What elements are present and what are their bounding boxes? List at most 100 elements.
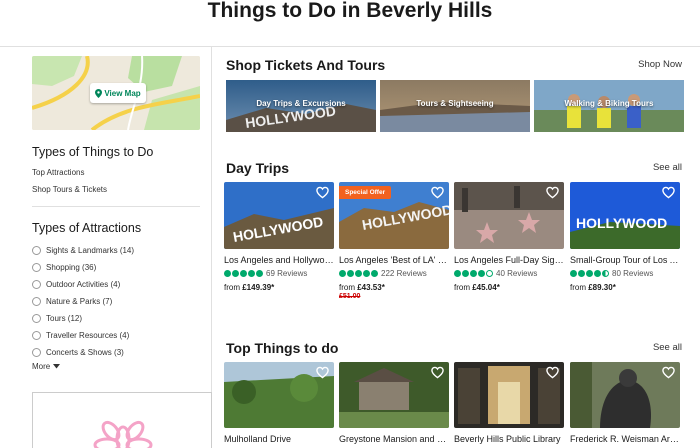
top-things-title: Top Things to do xyxy=(226,340,339,356)
card-image[interactable] xyxy=(454,362,564,428)
rating-bubble xyxy=(363,270,370,277)
radio-button[interactable] xyxy=(32,348,41,357)
radio-button[interactable] xyxy=(32,246,41,255)
price-value: £43.53* xyxy=(357,283,385,292)
price-prefix: from xyxy=(570,283,589,292)
map-thumbnail[interactable]: View Map xyxy=(32,56,200,130)
tile-tours-sightseeing[interactable]: Tours & Sightseeing xyxy=(380,80,530,132)
tile-walking-biking[interactable]: Walking & Biking Tours xyxy=(534,80,684,132)
filter-label: Nature & Parks (7) xyxy=(46,297,113,306)
card-image[interactable] xyxy=(339,362,449,428)
rating-bubble xyxy=(602,270,609,277)
card-price: from £43.53* xyxy=(339,283,449,292)
top-things-see-all[interactable]: See all xyxy=(653,342,682,353)
radio-button[interactable] xyxy=(32,314,41,323)
card-title[interactable]: Mulholland Drive xyxy=(224,434,334,444)
tile-day-trips[interactable]: HOLLYWOOD Day Trips & Excursions xyxy=(226,80,376,132)
rating-bubble xyxy=(224,270,231,277)
card-rating: 40 Reviews xyxy=(454,269,564,278)
top-attractions-link[interactable]: Top Attractions xyxy=(32,168,84,177)
card-title[interactable]: Greystone Mansion and Gardens xyxy=(339,434,449,444)
top-thing-card[interactable]: Frederick R. Weisman Art Foundation xyxy=(570,362,680,444)
rating-bubble xyxy=(355,270,362,277)
top-thing-card[interactable]: Greystone Mansion and Gardens xyxy=(339,362,449,444)
more-button[interactable]: More xyxy=(32,362,61,371)
rating-bubble xyxy=(578,270,585,277)
rating-bubble xyxy=(232,270,239,277)
review-count[interactable]: 80 Reviews xyxy=(612,269,653,278)
filter-concerts-shows[interactable]: Concerts & Shows (3) xyxy=(32,344,134,361)
day-trip-card[interactable]: Los Angeles Full-Day Sightseeing 40 Revi… xyxy=(454,182,564,292)
heart-icon[interactable] xyxy=(546,366,559,379)
heart-icon[interactable] xyxy=(316,366,329,379)
rating-bubble xyxy=(470,270,477,277)
attraction-type-list: Sights & Landmarks (14) Shopping (36) Ou… xyxy=(32,242,134,361)
card-rating: 222 Reviews xyxy=(339,269,449,278)
heart-icon[interactable] xyxy=(662,186,675,199)
card-image[interactable]: HOLLYWOOD xyxy=(570,182,680,249)
view-map-button[interactable]: View Map xyxy=(90,83,146,103)
tile-label: Day Trips & Excursions xyxy=(256,99,346,108)
card-image[interactable] xyxy=(454,182,564,249)
card-image[interactable] xyxy=(570,362,680,428)
card-image[interactable]: HOLLYWOOD xyxy=(224,182,334,249)
price-value: £89.30* xyxy=(588,283,616,292)
day-trip-card[interactable]: HOLLYWOOD Special Offer Los Angeles 'Bes… xyxy=(339,182,449,300)
day-trips-see-all[interactable]: See all xyxy=(653,162,682,173)
heart-icon[interactable] xyxy=(546,186,559,199)
day-trip-card[interactable]: HOLLYWOOD Los Angeles and Hollywood Tour… xyxy=(224,182,334,292)
card-title[interactable]: Beverly Hills Public Library xyxy=(454,434,564,444)
types-things-heading: Types of Things to Do xyxy=(32,145,154,159)
page-title: Things to Do in Beverly Hills xyxy=(207,0,493,22)
rating-bubble xyxy=(478,270,485,277)
heart-icon[interactable] xyxy=(431,366,444,379)
filter-outdoor-activities[interactable]: Outdoor Activities (4) xyxy=(32,276,134,293)
rating-bubble xyxy=(248,270,255,277)
filter-traveller-resources[interactable]: Traveller Resources (4) xyxy=(32,327,134,344)
top-thing-card[interactable]: Beverly Hills Public Library xyxy=(454,362,564,444)
rating-bubble xyxy=(570,270,577,277)
rating-bubble xyxy=(454,270,461,277)
heart-icon[interactable] xyxy=(662,366,675,379)
review-count[interactable]: 222 Reviews xyxy=(381,269,427,278)
filter-label: Concerts & Shows (3) xyxy=(46,348,124,357)
sidebar-divider xyxy=(211,47,212,448)
filter-label: Tours (12) xyxy=(46,314,83,323)
filter-shopping[interactable]: Shopping (36) xyxy=(32,259,134,276)
heart-icon[interactable] xyxy=(316,186,329,199)
card-image[interactable]: HOLLYWOOD Special Offer xyxy=(339,182,449,249)
price-prefix: from xyxy=(339,283,358,292)
rating-bubble xyxy=(486,270,493,277)
special-offer-badge: Special Offer xyxy=(339,186,392,199)
rating-bubbles xyxy=(570,270,609,277)
price-prefix: from xyxy=(454,283,473,292)
card-price: from £149.39* xyxy=(224,283,334,292)
radio-button[interactable] xyxy=(32,263,41,272)
card-title[interactable]: Frederick R. Weisman Art Foundation xyxy=(570,434,680,444)
types-attractions-heading: Types of Attractions xyxy=(32,221,142,235)
radio-button[interactable] xyxy=(32,297,41,306)
rating-bubble xyxy=(462,270,469,277)
top-thing-card[interactable]: Mulholland Drive xyxy=(224,362,334,444)
card-title[interactable]: Los Angeles 'Best of LA' Tour xyxy=(339,255,449,265)
card-image[interactable] xyxy=(224,362,334,428)
promo-card[interactable] xyxy=(32,392,212,448)
review-count[interactable]: 69 Reviews xyxy=(266,269,307,278)
heart-icon[interactable] xyxy=(431,186,444,199)
filter-tours[interactable]: Tours (12) xyxy=(32,310,134,327)
rating-bubbles xyxy=(339,270,378,277)
filter-nature-parks[interactable]: Nature & Parks (7) xyxy=(32,293,134,310)
card-title[interactable]: Los Angeles and Hollywood Tour xyxy=(224,255,334,265)
review-count[interactable]: 40 Reviews xyxy=(496,269,537,278)
day-trip-card[interactable]: HOLLYWOOD Small-Group Tour of Los Angele… xyxy=(570,182,680,292)
card-title[interactable]: Los Angeles Full-Day Sightseeing xyxy=(454,255,564,265)
radio-button[interactable] xyxy=(32,331,41,340)
day-trips-title: Day Trips xyxy=(226,160,290,176)
card-title[interactable]: Small-Group Tour of Los Angeles xyxy=(570,255,680,265)
price-value: £149.39* xyxy=(242,283,275,292)
radio-button[interactable] xyxy=(32,280,41,289)
tile-label: Tours & Sightseeing xyxy=(416,99,494,108)
filter-sights-landmarks[interactable]: Sights & Landmarks (14) xyxy=(32,242,134,259)
shop-now-link[interactable]: Shop Now xyxy=(638,59,682,70)
shop-tours-link[interactable]: Shop Tours & Tickets xyxy=(32,185,107,194)
